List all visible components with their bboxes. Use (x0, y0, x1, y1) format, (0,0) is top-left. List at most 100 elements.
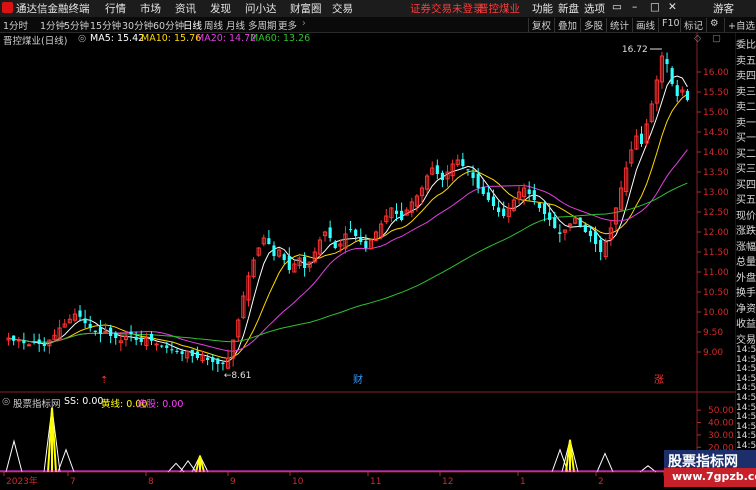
candle-body-down (170, 349, 174, 351)
candle-body-down (394, 210, 399, 214)
candle-body-down (583, 224, 587, 232)
period-tab[interactable]: 1分时 (3, 18, 28, 32)
candle-body-down (221, 362, 225, 364)
candle-body-down (685, 90, 690, 100)
window-min-button[interactable]: – (632, 1, 637, 13)
high-price-label: 16.72 (622, 45, 648, 55)
period-tab-active[interactable]: 日线 (183, 18, 202, 32)
chart-option-icon[interactable]: ◇ (694, 33, 701, 44)
time-tick-label: 2023年 (6, 475, 38, 487)
price-tick-label: 16.00 (703, 68, 729, 78)
candle-body-down (348, 229, 353, 231)
candle-body-down (88, 323, 92, 328)
quote-field-label: 收益 (736, 319, 756, 330)
candle-body-down (364, 241, 368, 248)
chart-expand-icon[interactable]: ▢ (712, 33, 721, 44)
ma5-line (8, 75, 688, 363)
window-max-button[interactable]: □ (650, 1, 660, 13)
menu-item-discover[interactable]: 发现 (210, 1, 231, 16)
candle-body-down (588, 230, 593, 236)
menu-item-news[interactable]: 资讯 (175, 1, 196, 16)
tool-button-restore-rights[interactable]: 复权 (528, 18, 551, 32)
menu-item-quotes[interactable]: 行情 (105, 1, 126, 16)
quote-field-label: 卖四 (736, 71, 756, 82)
candle-body-down (175, 350, 179, 352)
login-notice[interactable]: 证券交易未登录 (410, 1, 484, 16)
candle-body-down (435, 165, 439, 174)
user-label[interactable]: 游客 (713, 1, 734, 16)
tool-button-f10[interactable]: F10 (658, 18, 680, 32)
candle-body-down (165, 345, 169, 348)
period-tab[interactable]: 5分钟 (64, 18, 89, 32)
indicator-settings-icon[interactable]: ◎ (2, 396, 10, 407)
ma10-label: MA10: 15.76 (141, 33, 202, 44)
candle-body-down (267, 238, 271, 244)
candle-body-down (139, 337, 143, 342)
candle-body-down (134, 336, 138, 340)
tool-button-multi-stock[interactable]: 多股 (580, 18, 603, 32)
menu-item-wealth[interactable]: 财富圈 (290, 1, 322, 16)
menu-item-function[interactable]: 功能 (532, 1, 553, 16)
candle-body-down (354, 229, 358, 236)
indicator-ss-spike (57, 448, 75, 473)
close-icon[interactable]: ✕ (668, 1, 677, 13)
settings-icon[interactable]: ⚙ (706, 18, 719, 32)
chart-settings-icon[interactable]: ◎ (78, 33, 86, 44)
menu-item-trade[interactable]: 交易 (332, 1, 353, 16)
indicator-tick-label: 50.00 (708, 406, 734, 416)
price-tick-label: 11.50 (703, 248, 729, 258)
candle-body-down (502, 208, 506, 216)
menu-item-market[interactable]: 市场 (140, 1, 161, 16)
quote-field-label: 外盘 (736, 272, 756, 284)
more-chevron-icon[interactable]: › (302, 18, 306, 29)
tick-time-label: 14:5 (736, 431, 756, 442)
period-tab[interactable]: 1分钟 (40, 18, 65, 32)
ma60-line (8, 182, 688, 343)
period-tab[interactable]: 周线 (204, 18, 223, 32)
menu-item-options[interactable]: 选项 (584, 1, 605, 16)
quote-field-label: 委比 (736, 40, 756, 51)
tool-button-statistics[interactable]: 统计 (606, 18, 629, 32)
candle-body-down (195, 351, 200, 358)
price-tick-label: 9.00 (703, 348, 723, 358)
tool-button-draw-line[interactable]: 画线 (632, 18, 655, 32)
price-tick-label: 14.00 (703, 148, 729, 158)
period-tab[interactable]: 60分钟 (153, 18, 184, 32)
indicator-ss-label: SS: 0.00 (64, 396, 104, 407)
period-tab[interactable]: 多周期 (248, 18, 277, 32)
chart-area[interactable]: 16.00 15.50 15.00 14.50 14.00 13.50 13.00 12.50… (0, 32, 736, 487)
candle-body-down (42, 343, 46, 346)
price-tick-label: 11.00 (703, 268, 729, 278)
period-tab[interactable]: 30分钟 (122, 18, 153, 32)
candle-body-down (553, 217, 557, 228)
time-tick-label: 8 (148, 477, 154, 487)
period-toolbar: 1分时 1分钟 5分钟 15分钟 30分钟 60分钟 日线 周线 月线 多周期 … (0, 17, 756, 33)
period-tab[interactable]: 月线 (226, 18, 245, 32)
watermark-name: 股票指标网 (668, 454, 738, 470)
tool-button-overlay[interactable]: 叠加 (554, 18, 577, 32)
quote-field-label: 买一 (736, 133, 756, 144)
candle-body-down (98, 327, 103, 334)
candle-body-down (675, 85, 679, 96)
quote-field-label: 买五 (736, 195, 756, 206)
minimize-icon[interactable]: ▭ (612, 1, 622, 13)
period-tab[interactable]: 15分钟 (90, 18, 121, 32)
candle-body-down (109, 327, 113, 336)
add-watchlist-button[interactable]: +自选 (724, 18, 755, 32)
candle-body-down (83, 318, 87, 324)
menu-item-assistant[interactable]: 问小达 (245, 1, 277, 16)
period-tab-more[interactable]: 更多 (278, 18, 297, 32)
time-tick-label: 11 (370, 477, 381, 487)
candle-body-down (548, 212, 552, 220)
menu-item-new[interactable]: 新盘 (558, 1, 579, 16)
tool-button-mark[interactable]: 标记 (680, 18, 703, 32)
tick-time-label: 14:5 (736, 393, 756, 403)
candle-body-down (440, 172, 445, 180)
quote-field-label: 买四 (736, 179, 756, 191)
candle-body-down (129, 331, 133, 334)
time-tick-label: 1 (520, 477, 526, 487)
indicator-pick-label: 选股: 0.00 (137, 399, 184, 410)
indicator-title: 股票指标网 (13, 399, 61, 410)
quote-field-label: 交易 (736, 334, 756, 346)
candle-body-down (599, 239, 603, 252)
